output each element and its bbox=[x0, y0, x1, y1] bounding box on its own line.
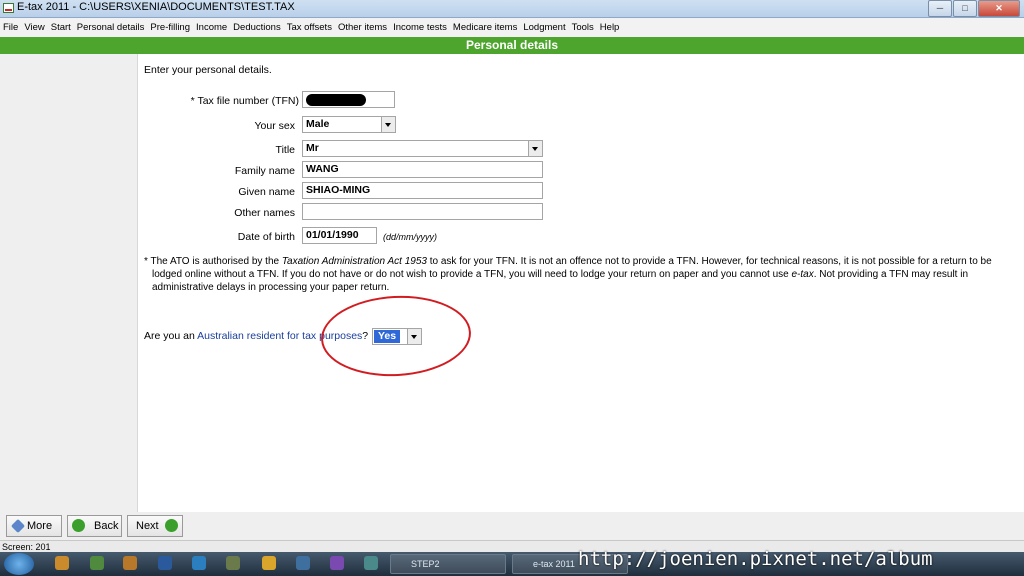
close-button[interactable]: ✕ bbox=[978, 0, 1020, 17]
red-annotation-circle bbox=[319, 292, 473, 380]
more-icon bbox=[10, 518, 26, 534]
taskbar-app-icon[interactable] bbox=[158, 556, 172, 570]
menu-income[interactable]: Income bbox=[196, 22, 227, 33]
taskbar-app-icon[interactable] bbox=[262, 556, 276, 570]
menu-lodgment[interactable]: Lodgment bbox=[523, 22, 565, 33]
sex-select[interactable]: Male bbox=[302, 116, 396, 133]
next-arrow-icon bbox=[165, 519, 178, 532]
dob-format-hint: (dd/mm/yyyy) bbox=[383, 232, 437, 242]
taskbar-app-icon[interactable] bbox=[364, 556, 378, 570]
menu-pre-filling[interactable]: Pre-filling bbox=[150, 22, 190, 33]
menu-tax-offsets[interactable]: Tax offsets bbox=[287, 22, 332, 33]
taskbar-app-icon[interactable] bbox=[226, 556, 240, 570]
note-act-name: Taxation Administration Act 1953 bbox=[281, 256, 427, 267]
more-button[interactable]: More bbox=[6, 515, 62, 537]
tfn-redaction bbox=[306, 94, 366, 106]
menu-income-tests[interactable]: Income tests bbox=[393, 22, 447, 33]
tfn-field[interactable] bbox=[302, 91, 395, 108]
taskbar-app-icon[interactable] bbox=[192, 556, 206, 570]
next-label: Next bbox=[136, 520, 159, 532]
minimize-button[interactable]: ─ bbox=[928, 0, 952, 17]
menu-view[interactable]: View bbox=[24, 22, 44, 33]
title-value: Mr bbox=[306, 142, 319, 154]
sex-label: Your sex bbox=[254, 120, 295, 132]
watermark-text: http://joenien.pixnet.net/album bbox=[578, 548, 933, 570]
personal-details-form: Enter your personal details. * Tax file … bbox=[138, 54, 1024, 512]
note-part-1: * The ATO is authorised by the bbox=[144, 256, 282, 267]
other-names-field[interactable] bbox=[302, 203, 543, 220]
back-label: Back bbox=[94, 520, 119, 532]
tfn-label: * Tax file number (TFN) bbox=[190, 95, 299, 107]
taskbar-task-step2[interactable]: STEP2 bbox=[390, 554, 506, 574]
form-intro: Enter your personal details. bbox=[144, 64, 272, 76]
title-bar: E-tax 2011 - C:\USERS\XENIA\DOCUMENTS\TE… bbox=[0, 0, 1024, 18]
other-names-label: Other names bbox=[234, 207, 295, 219]
back-arrow-icon bbox=[72, 519, 85, 532]
given-name-field[interactable]: SHIAO-MING bbox=[302, 182, 543, 199]
menu-help[interactable]: Help bbox=[600, 22, 620, 33]
more-label: More bbox=[27, 520, 53, 532]
window-title: E-tax 2011 - C:\USERS\XENIA\DOCUMENTS\TE… bbox=[17, 1, 295, 13]
title-select[interactable]: Mr bbox=[302, 140, 543, 157]
given-name-label: Given name bbox=[238, 186, 295, 198]
family-name-field[interactable]: WANG bbox=[302, 161, 543, 178]
menu-personal-details[interactable]: Personal details bbox=[77, 22, 145, 33]
taskbar-app-icon[interactable] bbox=[296, 556, 310, 570]
next-button[interactable]: Next bbox=[127, 515, 183, 537]
back-button[interactable]: Back bbox=[67, 515, 122, 537]
family-name-label: Family name bbox=[234, 165, 295, 177]
bottom-nav: More Back Next bbox=[0, 512, 1024, 540]
menu-medicare-items[interactable]: Medicare items bbox=[453, 22, 517, 33]
chevron-down-icon bbox=[381, 117, 395, 132]
chevron-down-icon bbox=[528, 141, 542, 156]
menu-start[interactable]: Start bbox=[51, 22, 71, 33]
sex-value: Male bbox=[306, 118, 330, 130]
menu-tools[interactable]: Tools bbox=[572, 22, 594, 33]
taskbar-app-icon[interactable] bbox=[330, 556, 344, 570]
menu-deductions[interactable]: Deductions bbox=[233, 22, 281, 33]
dob-field[interactable]: 01/01/1990 bbox=[302, 227, 377, 244]
menu-bar: File View Start Personal details Pre-fil… bbox=[0, 18, 1024, 37]
taskbar-app-icon[interactable] bbox=[123, 556, 137, 570]
start-button[interactable] bbox=[4, 553, 34, 575]
section-title: Personal details bbox=[0, 37, 1024, 54]
window-controls: ─ □ ✕ bbox=[928, 0, 1020, 17]
menu-file[interactable]: File bbox=[3, 22, 18, 33]
etax-app-icon bbox=[3, 3, 14, 13]
question-prefix: Are you an bbox=[144, 330, 198, 342]
maximize-button[interactable]: □ bbox=[953, 0, 977, 17]
tfn-note: * The ATO is authorised by the Taxation … bbox=[144, 255, 1014, 294]
title-label: Title bbox=[275, 144, 295, 156]
menu-other-items[interactable]: Other items bbox=[338, 22, 387, 33]
taskbar-app-icon[interactable] bbox=[90, 556, 104, 570]
dob-label: Date of birth bbox=[237, 231, 295, 243]
taskbar-app-icon[interactable] bbox=[55, 556, 69, 570]
note-etax: e-tax bbox=[791, 269, 814, 280]
